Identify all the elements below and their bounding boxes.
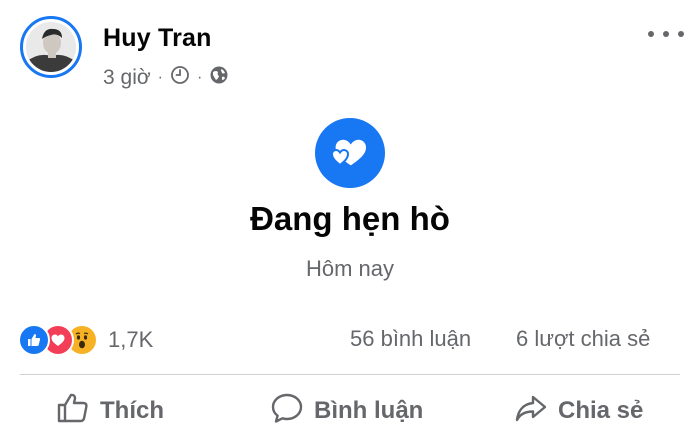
hearts-icon	[315, 118, 385, 188]
thumbs-up-icon	[56, 392, 90, 431]
more-dot	[648, 31, 654, 37]
meta-separator: ·	[196, 69, 203, 86]
more-dot	[663, 31, 669, 37]
post-meta: 3 giờ · ·	[103, 64, 229, 92]
share-button[interactable]: Chia sẻ	[514, 388, 643, 434]
clock-icon	[170, 65, 190, 91]
comment-label: Bình luận	[314, 397, 424, 424]
like-label: Thích	[100, 397, 164, 424]
share-count[interactable]: 6 lượt chia sẻ	[516, 326, 650, 352]
more-options-icon[interactable]	[648, 26, 684, 42]
divider	[20, 374, 680, 375]
comment-button[interactable]: Bình luận	[270, 388, 423, 434]
more-dot	[678, 31, 684, 37]
avatar-photo	[26, 22, 76, 72]
reaction-icons	[18, 324, 98, 356]
share-label: Chia sẻ	[558, 397, 644, 424]
author-name[interactable]: Huy Tran	[103, 24, 212, 53]
comment-bubble-icon	[270, 392, 304, 431]
like-button[interactable]: Thích	[56, 388, 164, 434]
avatar[interactable]	[20, 16, 82, 78]
like-reaction-icon	[18, 324, 50, 356]
share-arrow-icon	[514, 392, 548, 431]
event-date: Hôm nay	[305, 256, 395, 281]
meta-separator: ·	[157, 69, 163, 86]
reactions-summary[interactable]: 1,7K	[18, 324, 153, 356]
post-card: Huy Tran 3 giờ · · Đang hẹn hò Hôm nay 1…	[0, 0, 700, 448]
reaction-count[interactable]: 1,7K	[108, 327, 153, 353]
event-title: Đang hẹn hò	[250, 200, 450, 237]
comment-count[interactable]: 56 bình luận	[350, 326, 471, 352]
post-time[interactable]: 3 giờ	[103, 66, 151, 90]
globe-icon[interactable]	[209, 65, 229, 91]
